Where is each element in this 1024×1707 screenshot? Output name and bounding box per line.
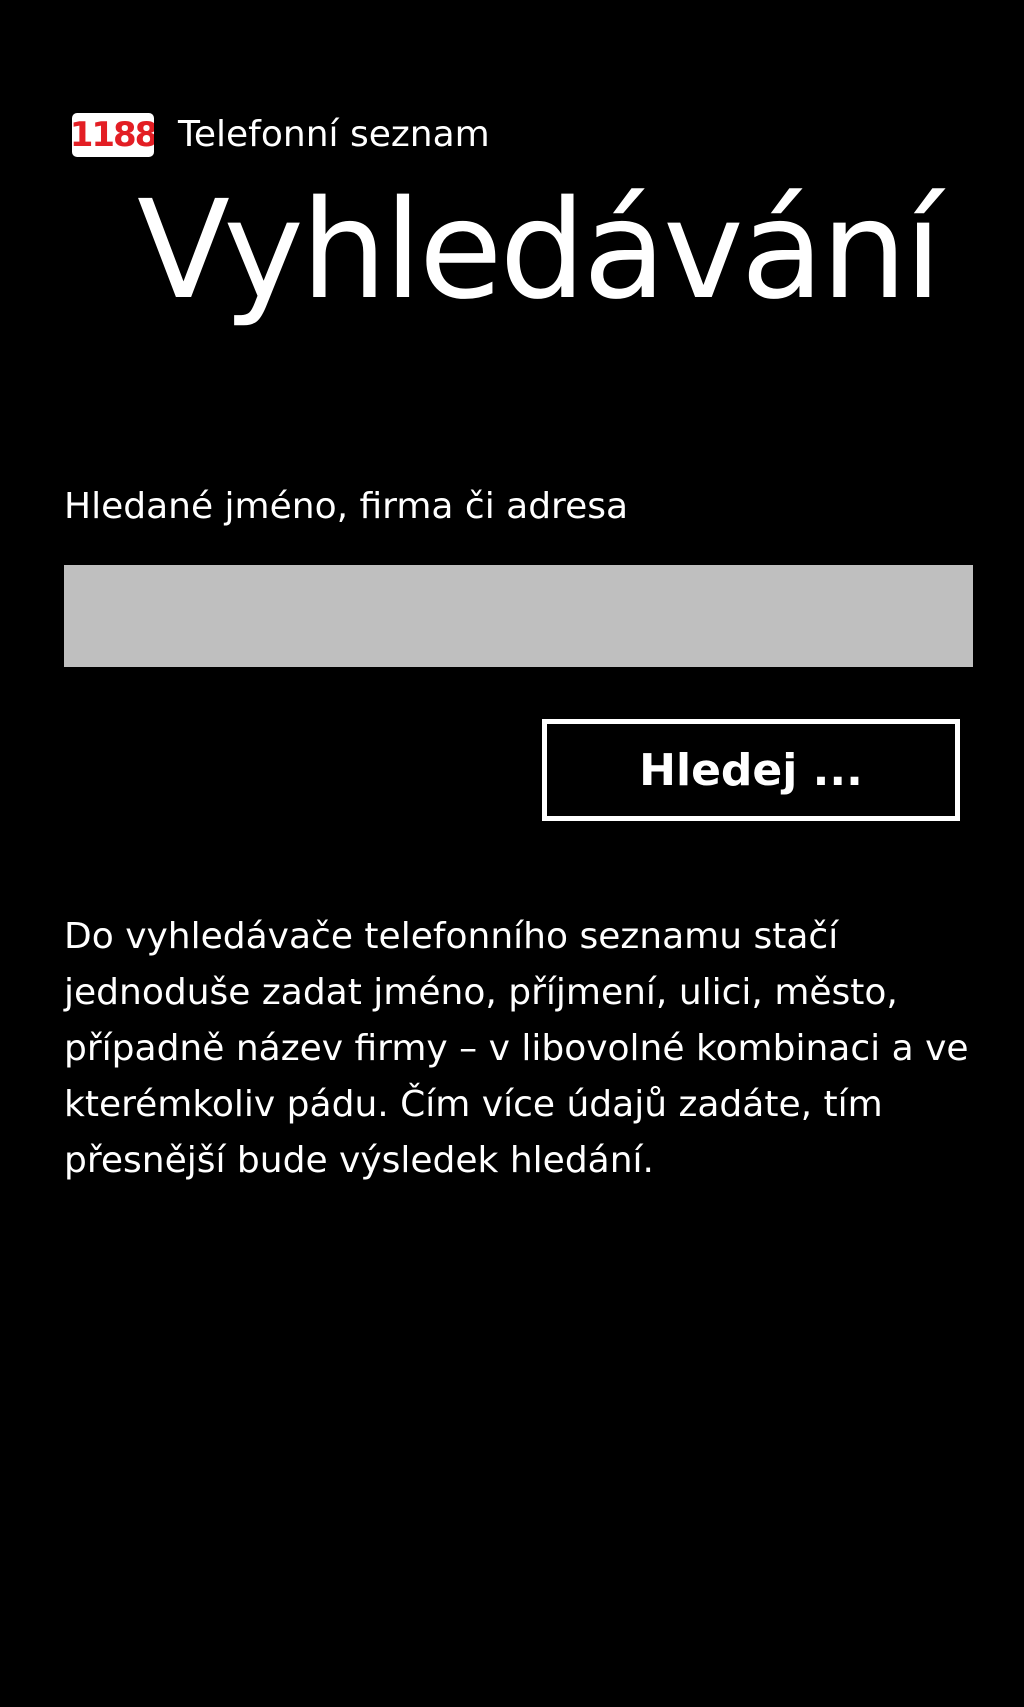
- help-text: Do vyhledávače telefonního seznamu stačí…: [64, 916, 969, 1181]
- app-name: Telefonní seznam: [178, 114, 490, 155]
- logo-text: 1188: [72, 115, 154, 155]
- search-field-label: Hledané jméno, firma či adresa: [64, 486, 629, 527]
- page-title: Vyhledávání: [137, 172, 942, 330]
- search-input[interactable]: [64, 565, 973, 667]
- search-button[interactable]: Hledej ...: [542, 719, 960, 821]
- app-logo: 1188: [72, 113, 154, 157]
- app-header: 1188 Telefonní seznam: [72, 110, 490, 160]
